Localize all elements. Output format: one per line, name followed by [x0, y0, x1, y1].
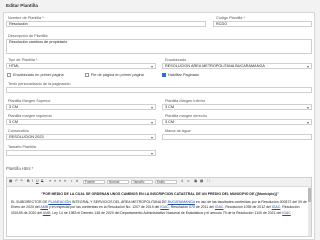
justify-icon[interactable]: ≡: [64, 179, 66, 183]
nombre-label: Nombre de Plantilla *: [8, 16, 44, 20]
margen-izquierdo-select[interactable]: 3 CM: [6, 119, 156, 125]
pie-primer-pagina-label: Pie de página en primer página: [91, 73, 144, 77]
paragraph-text: , Resolución 1055 de 2012 del: [223, 205, 272, 210]
encabezado-label: Encabezado: [165, 58, 187, 62]
highlighted-term: AMB: [40, 205, 48, 210]
highlighted-term: IGAC: [282, 210, 291, 215]
codigo-label: Código Plantilla *: [216, 16, 245, 20]
image-icon[interactable]: ▣: [194, 179, 197, 183]
underline-icon[interactable]: U: [36, 179, 39, 183]
tamano-select[interactable]: [6, 150, 156, 156]
margen-derecho-select[interactable]: 3 CM: [162, 119, 312, 125]
codigo-input[interactable]: RCDO: [213, 21, 312, 27]
paragraph-text: INTEGRAL Y SERVICIOS DEL ÁREA METROPOLIT…: [70, 200, 168, 205]
encabezado-select[interactable]: RESOLUCION AREA METROPOLITANA BUCARAMANG…: [162, 63, 312, 69]
content-paragraph: EL SUBDIRECTOR DE PLANEACIÓN INTEGRAL Y …: [11, 200, 309, 216]
descripcion-textarea[interactable]: Resolución cambios de propietario: [6, 39, 312, 54]
texto-paginacion-label: Texto personalizado de la paginación: [8, 82, 71, 86]
paragraph-text: EL SUBDIRECTOR DE: [11, 200, 49, 205]
align-right-icon[interactable]: ≡: [59, 179, 61, 183]
text-color-icon[interactable]: A: [181, 179, 183, 183]
consecutivo-label: Consecutivo: [8, 129, 29, 133]
nombre-input[interactable]: Resolución: [6, 21, 206, 27]
bold-icon[interactable]: B: [27, 179, 30, 183]
align-left-icon[interactable]: ≡: [49, 179, 51, 183]
content-title: "POR MEDIO DE LA CUAL SE ORDENAN UNOS CA…: [41, 192, 279, 196]
table-icon[interactable]: ▦: [200, 179, 203, 183]
margen-inferior-label: Plantilla Margen Inferior: [165, 99, 206, 103]
highlighted-term: BUCARAMANGA: [167, 200, 195, 205]
font-select[interactable]: Fuente: [83, 179, 105, 184]
align-center-icon[interactable]: ≡: [54, 179, 56, 183]
highlighted-term: IGAC: [271, 205, 281, 210]
paragraph-text: , Ley 14 de 1983 el Decreto 148 de 2020 …: [50, 210, 283, 215]
style-select[interactable]: Estilo: [155, 179, 177, 184]
html-label: Plantilla Html *: [6, 166, 34, 171]
margen-superior-label: Plantilla Margen Superior: [8, 99, 51, 103]
pie-primer-pagina-checkbox[interactable]: [85, 73, 89, 77]
highlighted-term: PLANEACIÓN: [48, 200, 71, 205]
habilitar-paginado-label: Habilitar Paginado: [168, 73, 200, 77]
link-icon[interactable]: ∞: [187, 179, 190, 183]
undo-icon[interactable]: ↶: [15, 179, 18, 183]
paragraph-text: y en especial por las conferidas en la R…: [47, 205, 161, 210]
size-select[interactable]: Tamaño: [131, 179, 153, 184]
tipo-select[interactable]: HTML: [6, 63, 156, 69]
bullet-list-icon[interactable]: •: [71, 179, 72, 183]
margen-izquierdo-label: Plantilla margen izquierdo: [8, 114, 52, 118]
marca-agua-label: Marca de Agua: [165, 129, 191, 133]
encabezado-primer-pagina-checkbox[interactable]: [7, 73, 11, 77]
margen-derecho-label: Plantilla margen derecho: [165, 114, 208, 118]
margen-superior-select[interactable]: 3 CM: [6, 104, 156, 110]
texto-paginacion-input[interactable]: [6, 87, 312, 93]
descripcion-label: Descripción de Plantilla: [8, 34, 48, 38]
habilitar-paginado-checkbox[interactable]: [162, 73, 166, 77]
highlighted-term: IGAC: [160, 205, 169, 210]
margen-inferior-select[interactable]: 3 CM: [162, 104, 312, 110]
redo-icon[interactable]: ↷: [20, 179, 23, 183]
source-icon[interactable]: ▦: [9, 179, 12, 183]
editor-content[interactable]: "POR MEDIO DE LA CUAL SE ORDENAN UNOS CA…: [11, 192, 309, 216]
fullscreen-icon[interactable]: ⛶: [207, 179, 210, 183]
paragraph-text: , Resolución 070 de 2011 del: [168, 205, 215, 210]
tipo-label: Tipo de Plantilla *: [8, 58, 38, 62]
consecutivo-select[interactable]: RESOLUCION 2023: [6, 134, 156, 140]
italic-icon[interactable]: I: [32, 179, 33, 183]
editor-scrollbar-thumb[interactable]: [308, 188, 311, 202]
strikethrough-icon[interactable]: S: [41, 179, 43, 183]
encabezado-primer-pagina-label: Encabezado en primer página: [13, 73, 64, 77]
page-title: Editar Plantilla: [6, 3, 38, 8]
marca-agua-input[interactable]: [162, 134, 312, 140]
editor-toolbar: ▦ ↶ ↷ B I U S ≡ ≡ ≡ ≡ • # Fuente Normal …: [7, 178, 311, 187]
format-select[interactable]: Normal: [107, 179, 129, 184]
tamano-label: Tamaño Plantilla: [8, 145, 36, 149]
html-editor[interactable]: ▦ ↶ ↷ B I U S ≡ ≡ ≡ ≡ • # Fuente Normal …: [6, 177, 312, 237]
numbered-list-icon[interactable]: #: [76, 179, 78, 183]
